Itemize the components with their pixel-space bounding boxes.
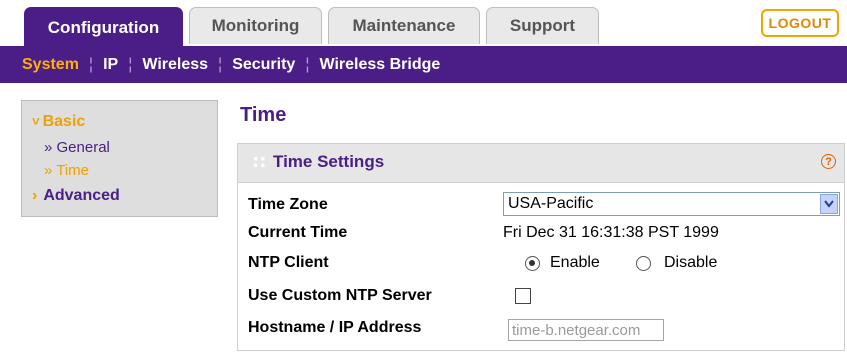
subnav-separator: ¦	[128, 55, 133, 73]
logout-button[interactable]: LOGOUT	[761, 9, 839, 37]
subnav-separator: ¦	[305, 55, 310, 73]
ntp-disable-radio[interactable]	[636, 256, 651, 271]
tab-monitoring[interactable]: Monitoring	[189, 7, 322, 44]
custom-ntp-label: Use Custom NTP Server	[248, 287, 432, 304]
time-zone-value: USA-Pacific	[508, 195, 594, 212]
tab-support[interactable]: Support	[486, 7, 599, 44]
tab-configuration[interactable]: Configuration	[24, 7, 183, 47]
ntp-enable-label: Enable	[550, 254, 600, 271]
radio-selected-dot	[529, 260, 535, 266]
ntp-disable-label: Disable	[664, 254, 718, 271]
sidebar-item-label: Advanced	[43, 187, 120, 204]
help-icon[interactable]: ?	[821, 154, 836, 169]
sidebar-item-label: Basic	[42, 113, 86, 130]
subnav-separator: ¦	[88, 55, 94, 73]
panel-header: :: Time Settings ?	[238, 144, 844, 183]
page-title: Time	[240, 104, 287, 126]
chevron-down-icon: ˅	[32, 114, 40, 129]
current-time-value: Fri Dec 31 16:31:38 PST 1999	[503, 224, 719, 241]
subnav-wireless-bridge[interactable]: Wireless Bridge	[319, 56, 440, 74]
top-tab-bar: Configuration Monitoring Maintenance Sup…	[0, 0, 847, 47]
sidebar-item-advanced[interactable]: › Advanced	[32, 187, 120, 205]
subnav-wireless[interactable]: Wireless	[142, 56, 208, 74]
sub-navigation: System ¦ IP ¦ Wireless ¦ Security ¦ Wire…	[0, 46, 847, 83]
tab-maintenance[interactable]: Maintenance	[328, 7, 480, 44]
subnav-separator: ¦	[218, 55, 223, 73]
ntp-enable-radio[interactable]	[525, 256, 540, 271]
side-menu: ˅ Basic » General » Time › Advanced	[21, 100, 218, 217]
ntp-client-label: NTP Client	[248, 254, 329, 271]
sidebar-item-basic[interactable]: ˅ Basic	[32, 113, 85, 131]
grip-icon: ::	[252, 151, 267, 172]
custom-ntp-checkbox[interactable]	[515, 288, 531, 304]
time-settings-panel: :: Time Settings ? Time Zone USA-Pacific…	[237, 143, 845, 351]
time-zone-select[interactable]: USA-Pacific	[503, 192, 840, 216]
time-zone-label: Time Zone	[248, 196, 328, 213]
chevron-right-icon: ›	[32, 187, 38, 204]
current-time-label: Current Time	[248, 224, 348, 241]
sidebar-item-general[interactable]: » General	[44, 139, 110, 156]
subnav-system[interactable]: System	[22, 56, 79, 74]
subnav-ip[interactable]: IP	[103, 56, 118, 74]
sidebar-item-time[interactable]: » Time	[44, 162, 89, 179]
chevron-down-icon[interactable]	[820, 194, 838, 214]
subnav-security[interactable]: Security	[232, 56, 295, 74]
panel-title: Time Settings	[273, 152, 385, 171]
hostname-label: Hostname / IP Address	[248, 319, 422, 336]
hostname-input[interactable]: time-b.netgear.com	[508, 319, 664, 341]
